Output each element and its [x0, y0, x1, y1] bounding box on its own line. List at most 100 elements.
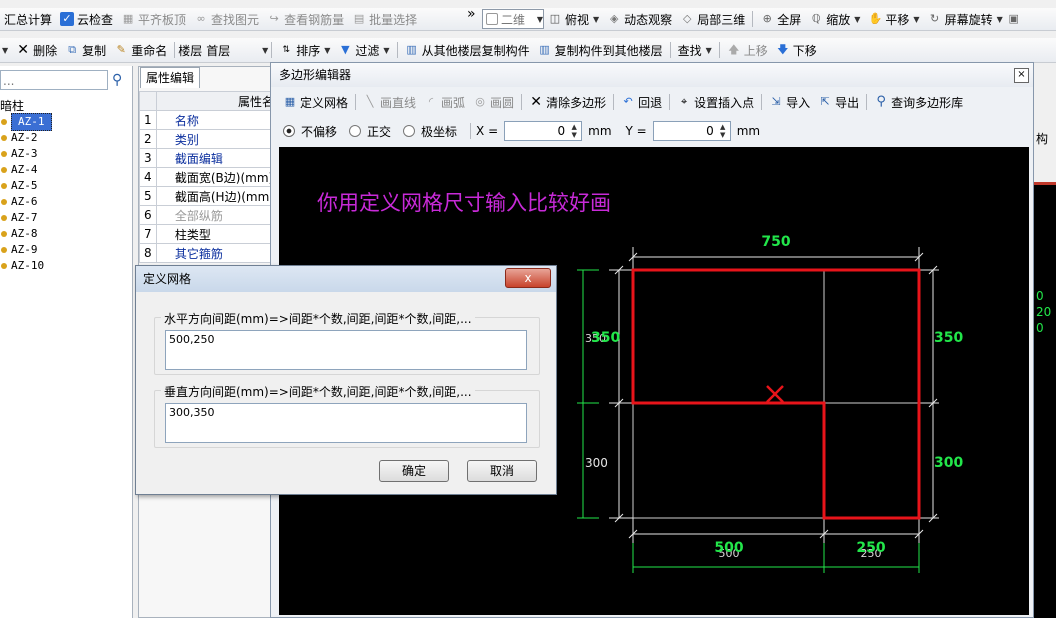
find-button[interactable]: 查找 ▼ — [674, 39, 716, 61]
tree-item-az-1[interactable]: AZ-1 — [0, 113, 132, 131]
toolbar-overflow-chevron[interactable]: » — [467, 6, 476, 22]
move-down-button[interactable]: 🡇 下移 — [772, 39, 821, 61]
toolbar-separator — [866, 94, 868, 110]
tree-root[interactable]: 暗柱 — [0, 98, 132, 114]
property-row[interactable]: 2 类别 — [139, 129, 280, 149]
annotation-text: 你用定义网格尺寸输入比较好画 — [317, 191, 611, 215]
vertical-spacing-input[interactable]: 300,350 — [165, 403, 527, 443]
column-icon — [1, 135, 7, 141]
radio-unchecked-icon — [403, 125, 416, 137]
binoculars-icon: ∞ — [196, 12, 206, 25]
polygon-editor-title: 多边形编辑器 — [279, 68, 352, 82]
screen-rotate-button[interactable]: ↻ 屏幕旋转 ▼ — [924, 8, 1007, 30]
radio-polar[interactable]: 极坐标 — [403, 123, 457, 140]
grid-icon: ▦ — [284, 95, 296, 108]
x-spinner[interactable]: ▲ ▼ — [568, 123, 580, 139]
extra-tool-icon[interactable]: ▣ — [1007, 12, 1021, 26]
zoom-button[interactable]: ℚ 缩放 ▼ — [805, 8, 864, 30]
pan-button[interactable]: ✋ 平移 ▼ — [864, 8, 923, 30]
copy-from-floor-button[interactable]: ▥ 从其他楼层复制构件 — [401, 39, 534, 61]
chevron-down-icon: ▼ — [854, 14, 861, 24]
view-mode-select[interactable]: 二维 ▼ — [482, 9, 544, 29]
property-table: 属性名 1 名称 2 类别 3 截面编辑 4 截面宽(B边)(mm) 5 截面高(H边)(mm) 6… — [139, 91, 280, 263]
close-icon: ✕ — [17, 42, 30, 58]
undo-button[interactable]: ↶ 回退 — [617, 91, 666, 113]
draw-arc-button[interactable]: ◜ 画弧 — [420, 91, 469, 113]
property-row[interactable]: 6 全部纵筋 — [139, 205, 280, 225]
circle-icon: ◎ — [475, 95, 485, 108]
toolbar-separator — [613, 94, 615, 110]
y-coordinate-input[interactable]: 0 ▲ ▼ — [652, 121, 731, 141]
ok-button[interactable]: 确定 — [379, 460, 449, 482]
fullscreen-button[interactable]: ⊕ 全屏 — [756, 8, 805, 30]
arc-icon: ◜ — [428, 95, 434, 108]
tree-item-az-8[interactable]: AZ-8 — [0, 226, 132, 242]
define-grid-close-button[interactable]: x — [505, 268, 551, 288]
clear-polygon-button[interactable]: ✕ 清除多边形 — [525, 91, 610, 113]
align-slab-top-button[interactable]: ▦ 平齐板顶 — [117, 8, 190, 30]
radio-orthogonal[interactable]: 正交 — [349, 123, 391, 140]
query-polygon-library-button[interactable]: ⚲ 查询多边形库 — [870, 91, 967, 113]
horizontal-spacing-input[interactable]: 500,250 — [165, 330, 527, 370]
vertical-spacing-group: 垂直方向间距(mm)=>间距*个数,间距,间距*个数,间距,... 300,35… — [154, 383, 540, 448]
property-row[interactable]: 3 截面编辑 — [139, 148, 280, 168]
cloud-check-button[interactable]: ✓ 云检查 — [56, 8, 117, 30]
floor-select[interactable]: 首层 ▼ — [206, 41, 268, 59]
sum-calc-button[interactable]: 汇总计算 — [0, 8, 56, 30]
y-spinner[interactable]: ▲ ▼ — [717, 123, 729, 139]
column-icon — [1, 263, 7, 269]
sort-button[interactable]: ⇅ 排序 ▼ — [275, 39, 334, 61]
dim-label-right-bottom: 300 — [934, 455, 963, 471]
copy-button[interactable]: ⧉ 复制 — [61, 39, 110, 61]
property-row[interactable]: 4 截面宽(B边)(mm) — [139, 167, 280, 187]
import-button[interactable]: ⇲ 导入 — [765, 91, 814, 113]
undo-icon: ↶ — [623, 95, 633, 108]
tree-item-az-6[interactable]: AZ-6 — [0, 194, 132, 210]
polygon-editor-close-button[interactable]: × — [1014, 68, 1029, 83]
filter-button[interactable]: ▼ 过滤 ▼ — [334, 39, 393, 61]
export-button[interactable]: ⇱ 导出 — [814, 91, 863, 113]
view-rebar-button[interactable]: ↪ 查看钢筋量 — [263, 8, 348, 30]
rebar-icon: ↪ — [269, 12, 279, 25]
top-view-button[interactable]: ◫ 俯视 ▼ — [544, 8, 603, 30]
tree-item-az-3[interactable]: AZ-3 — [0, 146, 132, 162]
tree-item-az-9[interactable]: AZ-9 — [0, 242, 132, 258]
tree-item-az-2[interactable]: AZ-2 — [0, 130, 132, 146]
define-grid-button[interactable]: ▦ 定义网格 — [279, 91, 352, 113]
local-3d-button[interactable]: ◇ 局部三维 — [676, 8, 749, 30]
copy-to-floor-button[interactable]: ▥ 复制构件到其他楼层 — [534, 39, 667, 61]
orbit-button[interactable]: ◈ 动态观察 — [603, 8, 676, 30]
dim-label-top: 750 — [761, 234, 790, 250]
tab-property-edit[interactable]: 属性编辑 — [140, 67, 200, 88]
cancel-button[interactable]: 取消 — [467, 460, 537, 482]
toolbar-separator — [396, 42, 398, 58]
tree-item-az-10[interactable]: AZ-10 — [0, 258, 132, 274]
set-insert-point-button[interactable]: ⌖ 设置插入点 — [673, 91, 758, 113]
find-element-button[interactable]: ∞ 查找图元 — [190, 8, 263, 30]
column-icon — [1, 183, 7, 189]
delete-button[interactable]: ✕ 删除 — [12, 39, 61, 61]
funnel-icon: ▼ — [341, 43, 350, 56]
property-row[interactable]: 7 柱类型 — [139, 224, 280, 244]
magnifier-icon: ⚲ — [876, 94, 886, 109]
search-icon[interactable]: ⚲ — [112, 72, 122, 88]
tree-item-az-5[interactable]: AZ-5 — [0, 178, 132, 194]
property-row[interactable]: 1 名称 — [139, 110, 280, 130]
tree-item-az-4[interactable]: AZ-4 — [0, 162, 132, 178]
component-tree: ... ⚲ 暗柱 AZ-1 AZ-2 AZ-3 AZ-4 AZ-5 AZ-6 AZ-7 AZ-… — [0, 66, 133, 618]
insert-point-marker[interactable] — [766, 385, 784, 403]
move-up-button[interactable]: 🡅 上移 — [723, 39, 772, 61]
draw-circle-button[interactable]: ◎ 画圆 — [469, 91, 518, 113]
property-row[interactable]: 8 其它箍筋 — [139, 243, 280, 263]
tree-search-input[interactable]: ... — [0, 70, 108, 90]
property-name: 柱类型 — [155, 224, 280, 244]
import-icon: ⇲ — [771, 95, 781, 108]
toolbar-dropdown-arrow[interactable]: ▼ — [2, 46, 8, 55]
rename-button[interactable]: ✎ 重命名 — [110, 39, 171, 61]
batch-select-button[interactable]: ▤ 批量选择 — [348, 8, 421, 30]
property-row[interactable]: 5 截面高(H边)(mm) — [139, 186, 280, 206]
x-coordinate-input[interactable]: 0 ▲ ▼ — [504, 121, 583, 141]
draw-line-button[interactable]: ╲ 画直线 — [359, 91, 420, 113]
radio-no-offset[interactable]: 不偏移 — [283, 123, 337, 140]
tree-item-az-7[interactable]: AZ-7 — [0, 210, 132, 226]
